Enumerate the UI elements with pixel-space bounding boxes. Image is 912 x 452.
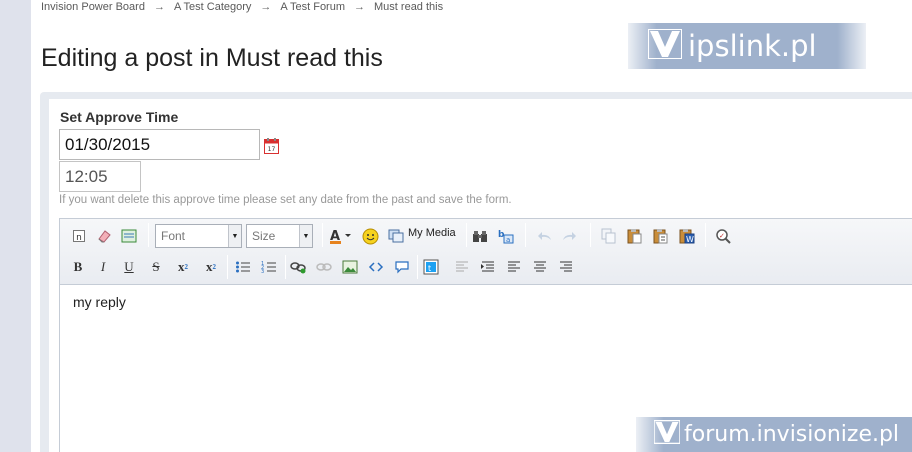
breadcrumb-link-board[interactable]: Invision Power Board [41, 1, 145, 13]
copy-icon[interactable] [598, 225, 620, 247]
text-color-icon[interactable]: A [328, 225, 354, 247]
my-media-button[interactable]: My Media [408, 227, 456, 239]
size-select[interactable]: Size ▼ [246, 224, 313, 248]
svg-text:W: W [686, 235, 694, 244]
toolbar-separator [705, 223, 706, 247]
toolbar-separator [148, 223, 149, 247]
toolbar-separator [285, 255, 286, 279]
watermark-top-text: ipslink.pl [688, 29, 817, 63]
chevron-down-icon: ▼ [228, 225, 241, 247]
underline-icon[interactable]: U [118, 256, 140, 278]
strikethrough-icon[interactable]: S [145, 256, 167, 278]
watermark-bottom: forum.invisionize.pl [636, 417, 912, 452]
replace-icon[interactable]: ba [495, 225, 517, 247]
redo-icon[interactable] [558, 225, 580, 247]
breadcrumb: Invision Power Board → A Test Category → A T… [41, 1, 443, 13]
font-select-label: Font [161, 229, 186, 243]
toolbar-separator [227, 255, 228, 279]
undo-icon[interactable] [534, 225, 556, 247]
editor-toolbar: n Font ▼ Size ▼ A My Media b a W ✓ B I U… [60, 219, 912, 285]
breadcrumb-separator: → [354, 1, 366, 13]
breadcrumb-separator: → [153, 1, 165, 13]
align-left-icon[interactable] [503, 256, 525, 278]
logo-icon [647, 27, 683, 64]
twitter-icon[interactable]: t [420, 256, 442, 278]
eraser-icon[interactable] [93, 225, 115, 247]
logo-icon [653, 419, 681, 449]
superscript-icon[interactable]: x2 [200, 256, 222, 278]
svg-text:a: a [506, 236, 510, 244]
watermark-top: ipslink.pl [628, 23, 866, 69]
svg-text:n: n [76, 233, 82, 243]
source-icon[interactable]: n [68, 225, 90, 247]
code-icon[interactable] [365, 256, 387, 278]
breadcrumb-separator: → [260, 1, 272, 13]
approve-date-input[interactable] [59, 129, 260, 160]
editor-content[interactable]: my reply [73, 294, 126, 310]
breadcrumb-link-category[interactable]: A Test Category [174, 1, 251, 13]
paste-icon[interactable] [624, 225, 646, 247]
chevron-down-icon: ▼ [299, 225, 312, 247]
toolbar-separator [466, 223, 467, 247]
italic-icon[interactable]: I [92, 256, 114, 278]
approve-time-input[interactable] [59, 161, 141, 192]
size-select-label: Size [252, 229, 276, 243]
align-left-disabled-icon[interactable] [451, 256, 473, 278]
smiley-icon[interactable] [359, 225, 381, 247]
breadcrumb-link-forum[interactable]: A Test Forum [280, 1, 345, 13]
toolbar-separator [417, 255, 418, 279]
paste-text-icon[interactable] [650, 225, 672, 247]
unlink-icon[interactable] [313, 256, 335, 278]
bullet-list-icon[interactable] [232, 256, 254, 278]
indent-icon[interactable] [477, 256, 499, 278]
toolbar-separator [590, 223, 591, 247]
paragraph-format-icon[interactable] [118, 225, 140, 247]
bold-icon[interactable]: B [67, 256, 89, 278]
page-title: Editing a post in Must read this [41, 44, 383, 72]
align-right-icon[interactable] [555, 256, 577, 278]
quote-icon[interactable] [391, 256, 413, 278]
svg-text:3: 3 [261, 269, 264, 274]
spellcheck-icon[interactable]: ✓ [712, 225, 734, 247]
svg-text:17: 17 [268, 146, 276, 153]
my-media-icon[interactable] [385, 225, 407, 247]
image-icon[interactable] [339, 256, 361, 278]
paste-word-icon[interactable]: W [676, 225, 698, 247]
align-center-icon[interactable] [529, 256, 551, 278]
breadcrumb-link-topic[interactable]: Must read this [374, 1, 443, 13]
svg-text:t: t [428, 264, 431, 273]
link-icon[interactable] [287, 256, 309, 278]
font-select[interactable]: Font ▼ [155, 224, 242, 248]
subscript-icon[interactable]: x2 [172, 256, 194, 278]
toolbar-separator [322, 223, 323, 247]
approve-time-label: Set Approve Time [60, 109, 179, 125]
numbered-list-icon[interactable]: 123 [258, 256, 280, 278]
watermark-bottom-text: forum.invisionize.pl [684, 422, 900, 447]
svg-text:✓: ✓ [719, 232, 725, 240]
toolbar-separator [525, 223, 526, 247]
approve-help-text: If you want delete this approve time ple… [59, 194, 512, 206]
calendar-icon[interactable]: 17 [264, 138, 279, 154]
binoculars-icon[interactable] [469, 225, 491, 247]
